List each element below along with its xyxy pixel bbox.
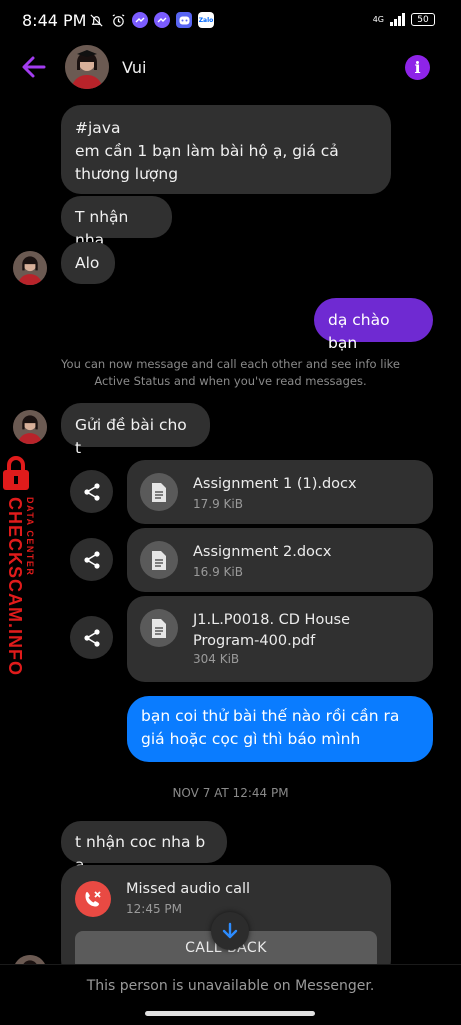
message-incoming-1[interactable]: #java em cần 1 bạn làm bài hộ ạ, giá cả … — [61, 105, 391, 194]
lock-icon — [3, 456, 29, 490]
file-name: Assignment 1 (1).docx — [193, 476, 357, 492]
file-size: 16.9 KiB — [193, 565, 243, 579]
message-incoming-3[interactable]: Alo — [61, 242, 115, 284]
zalo-icon: Zalo — [198, 12, 214, 28]
contact-avatar[interactable] — [65, 45, 109, 89]
signal-icon — [390, 13, 405, 26]
missed-call-icon — [75, 881, 111, 917]
status-system-icons: 4G 50 — [373, 13, 435, 26]
discord-icon — [176, 12, 192, 28]
home-indicator[interactable] — [145, 1011, 315, 1016]
scroll-to-bottom-button[interactable] — [211, 912, 249, 950]
file-attachment-3[interactable]: J1.L.P0018. CD House Program-400.pdf 304… — [127, 596, 433, 682]
document-icon — [140, 609, 178, 647]
messenger-icon-2 — [154, 12, 170, 28]
share-icon — [83, 628, 100, 647]
share-button-2[interactable] — [70, 538, 113, 581]
arrow-down-icon — [222, 922, 238, 939]
unavailable-notice: This person is unavailable on Messenger. — [86, 978, 375, 994]
share-button-1[interactable] — [70, 470, 113, 513]
file-attachment-1[interactable]: Assignment 1 (1).docx 17.9 KiB — [127, 460, 433, 524]
message-incoming-5[interactable]: t nhận coc nha b ạ — [61, 821, 227, 874]
file-name: J1.L.P0018. CD House Program-400.pdf — [193, 612, 351, 649]
mute-icon — [88, 12, 104, 28]
network-type: 4G — [372, 14, 384, 24]
battery-icon: 50 — [411, 13, 435, 26]
sender-avatar-2 — [13, 410, 47, 444]
call-time: 12:45 PM — [126, 902, 182, 916]
date-separator: NOV 7 AT 12:44 PM — [172, 786, 289, 800]
alarm-icon — [110, 12, 126, 28]
messenger-icon — [132, 12, 148, 28]
share-icon — [83, 482, 100, 501]
battery-level: 50 — [417, 14, 429, 25]
contact-name[interactable]: Vui — [122, 58, 146, 77]
file-attachment-2[interactable]: Assignment 2.docx 16.9 KiB — [127, 528, 433, 592]
message-incoming-2[interactable]: T nhận nha — [61, 196, 172, 249]
watermark-subtext: DATA CENTER — [25, 497, 35, 577]
file-name: Assignment 2.docx — [193, 544, 332, 560]
watermark: CHECKSCAM.INFO DATA CENTER — [0, 455, 35, 680]
file-size: 304 KiB — [193, 652, 240, 666]
status-notification-icons: Zalo — [88, 12, 214, 28]
info-button[interactable]: i — [405, 55, 430, 80]
watermark-text: CHECKSCAM.INFO — [5, 497, 25, 676]
file-size: 17.9 KiB — [193, 497, 243, 511]
message-outgoing-1[interactable]: dạ chào bạn — [314, 298, 433, 352]
message-outgoing-2[interactable]: bạn coi thử bài thế nào rồi cần ra giá h… — [127, 696, 433, 762]
share-button-3[interactable] — [70, 616, 113, 659]
share-icon — [83, 550, 100, 569]
status-time: 8:44 PM — [22, 11, 87, 30]
document-icon — [140, 541, 178, 579]
sender-avatar — [13, 251, 47, 285]
back-arrow-icon[interactable] — [20, 53, 50, 81]
connection-notice: You can now message and call each other … — [61, 357, 400, 388]
document-icon — [140, 473, 178, 511]
call-title: Missed audio call — [126, 881, 251, 897]
message-incoming-4[interactable]: Gửi đề bài cho t — [61, 403, 210, 457]
